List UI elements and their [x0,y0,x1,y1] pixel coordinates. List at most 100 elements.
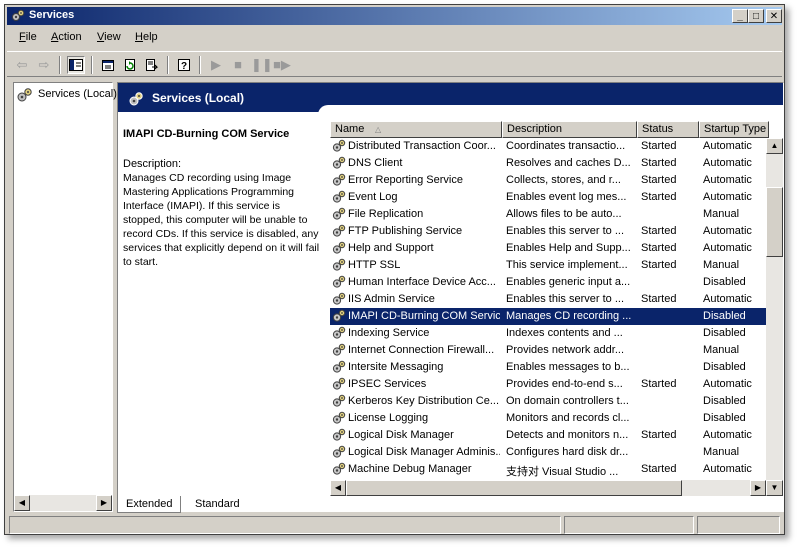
column-header-startup-type[interactable]: Startup Type [699,121,769,138]
export-list-icon[interactable] [143,56,161,74]
cell-startup-type: Automatic [703,157,752,169]
service-gear-icon [332,343,346,357]
cell-description: On domain controllers t... [506,395,629,407]
column-header-name[interactable]: Name △ [330,121,502,138]
forward-arrow-icon[interactable]: ⇨ [35,56,53,74]
column-header-status[interactable]: Status [637,121,699,138]
toolbar-separator [59,56,61,74]
cell-name: IPSEC Services [348,378,427,390]
service-gear-icon [332,224,346,238]
show-hide-tree-icon[interactable] [67,56,85,74]
scroll-right-button[interactable]: ▶ [96,495,112,511]
menu-action[interactable]: Action [51,31,82,43]
service-gear-icon [332,394,346,408]
column-header-description[interactable]: Description [502,121,637,138]
table-row[interactable]: IPSEC Services Provides end-to-end s... St… [330,376,766,393]
table-row[interactable]: IMAPI CD-Burning COM Service Manages CD r… [330,308,766,325]
menu-file[interactable]: File [19,31,37,43]
cell-name: Event Log [348,191,398,203]
menu-help[interactable]: Help [135,31,158,43]
cell-name: Internet Connection Firewall... [348,344,495,356]
toolbar-separator [91,56,93,74]
scroll-right-button[interactable]: ▶ [750,480,766,496]
table-row[interactable]: Distributed Transaction Coor... Coordinat… [330,138,766,155]
service-gear-icon [332,258,346,272]
tab-standard[interactable]: Standard [187,496,248,513]
table-row[interactable]: File Replication Allows files to be auto.… [330,206,766,223]
cell-startup-type: Disabled [703,361,746,373]
table-row[interactable]: Machine Debug Manager 支持对 Visual Studio .… [330,461,766,478]
cell-name: Machine Debug Manager [348,463,472,475]
table-row[interactable]: DNS Client Resolves and caches D... Starte… [330,155,766,172]
status-panel [9,516,561,534]
tab-extended[interactable]: Extended [117,496,182,513]
help-icon[interactable]: ? [175,56,193,74]
table-row[interactable]: IIS Admin Service Enables this server to … [330,291,766,308]
table-row[interactable]: Event Log Enables event log mes... Started… [330,189,766,206]
table-row[interactable]: Indexing Service Indexes contents and ...… [330,325,766,342]
view-tabs: Extended Standard [117,496,417,514]
start-service-icon[interactable]: ▶ [207,56,225,74]
scroll-left-button[interactable]: ◀ [14,495,30,511]
scroll-left-button[interactable]: ◀ [330,480,346,496]
back-arrow-icon[interactable]: ⇦ [13,56,31,74]
pause-service-icon[interactable]: ❚❚ [251,56,273,74]
table-row[interactable]: Error Reporting Service Collects, stores,… [330,172,766,189]
list-vertical-scrollbar[interactable]: ▲ ▼ [766,138,783,496]
scroll-thumb[interactable] [766,187,783,257]
service-gear-icon [332,207,346,221]
cell-status: Started [641,259,677,271]
minimize-button[interactable]: _ [732,9,748,23]
table-row[interactable]: License Logging Monitors and records cl..… [330,410,766,427]
table-row[interactable]: Internet Connection Firewall... Provides … [330,342,766,359]
table-row[interactable]: Logical Disk Manager Adminis... Configure… [330,444,766,461]
close-button[interactable]: ✕ [766,9,782,23]
pane-title: Services (Local) [152,91,245,105]
cell-startup-type: Automatic [703,293,752,305]
cell-name: Logical Disk Manager Adminis... [348,446,500,458]
table-row[interactable]: HTTP SSL This service implement... Started… [330,257,766,274]
cell-status: Started [641,140,677,152]
scroll-thumb[interactable] [346,480,682,496]
stop-service-icon[interactable]: ■ [229,56,247,74]
cell-startup-type: Automatic [703,463,752,475]
scroll-up-button[interactable]: ▲ [766,138,783,154]
toolbar: ⇦ ⇨ ? ▶ ■ ❚❚ ■▶ [7,51,782,77]
menu-bar: File Action View Help [7,27,782,47]
service-gear-icon [332,360,346,374]
cell-status: Started [641,174,677,186]
table-row[interactable]: Human Interface Device Acc... Enables gen… [330,274,766,291]
menu-view[interactable]: View [97,31,121,43]
tree-horizontal-scrollbar[interactable]: ◀ ▶ [14,495,112,511]
cell-description: Collects, stores, and r... [506,174,621,186]
cell-startup-type: Automatic [703,225,752,237]
table-row[interactable]: Intersite Messaging Enables messages to b… [330,359,766,376]
cell-startup-type: Manual [703,446,740,458]
service-gear-icon [332,309,346,323]
service-gear-icon [332,445,346,459]
restart-service-icon[interactable]: ■▶ [273,56,291,74]
cell-description: Allows files to be auto... [506,208,622,220]
table-row[interactable]: Help and Support Enables Help and Supp...… [330,240,766,257]
table-row[interactable]: Kerberos Key Distribution Ce... On domain… [330,393,766,410]
cell-description: Detects and monitors n... [506,429,629,441]
table-row[interactable]: FTP Publishing Service Enables this serve… [330,223,766,240]
cell-name: Kerberos Key Distribution Ce... [348,395,500,407]
maximize-button[interactable]: □ [748,9,764,23]
refresh-icon[interactable] [121,56,139,74]
details-pane: Services (Local) IMAPI CD-Burning COM Se… [117,82,784,512]
gear-services-icon [17,88,32,102]
table-row[interactable]: Logical Disk Manager Detects and monitors… [330,427,766,444]
cell-startup-type: Disabled [703,327,746,339]
cell-startup-type: Automatic [703,191,752,203]
title-bar[interactable]: Services _ □ ✕ [7,7,782,25]
cell-startup-type: Manual [703,208,740,220]
cell-description: Provides network addr... [506,344,625,356]
cell-startup-type: Disabled [703,276,746,288]
description-text: Manages CD recording using Image Masteri… [123,172,320,268]
list-horizontal-scrollbar[interactable]: ◀ ▶ [330,480,766,496]
scroll-down-button[interactable]: ▼ [766,480,783,496]
cell-startup-type: Disabled [703,412,746,424]
description-label: Description: [123,158,182,170]
properties-icon[interactable] [99,56,117,74]
